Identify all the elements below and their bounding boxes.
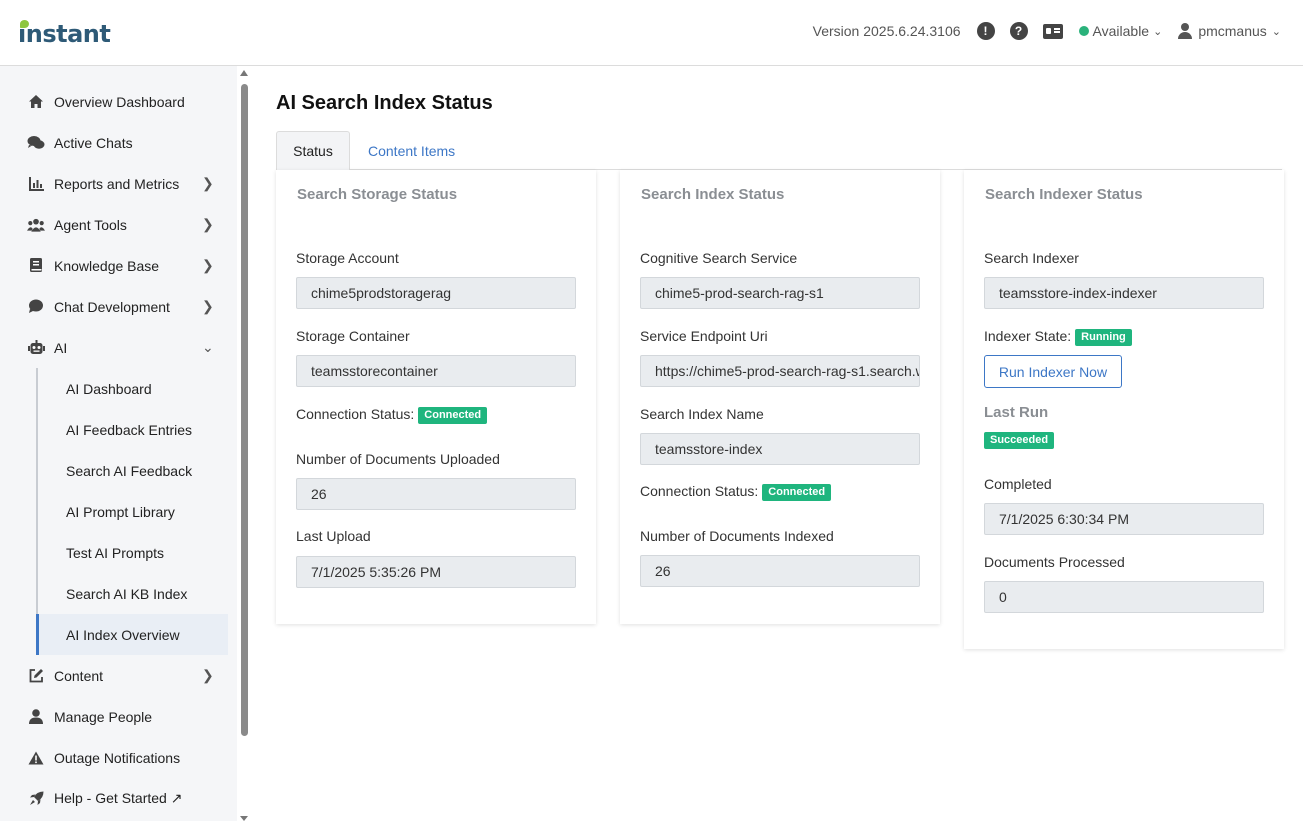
chevron-down-icon: ⌄ bbox=[202, 339, 214, 355]
search-indexer-status-panel: Search Indexer Status Search Indexer tea… bbox=[964, 170, 1284, 649]
indexer-state: Indexer State: Running bbox=[984, 328, 1132, 347]
run-indexer-now-button[interactable]: Run Indexer Now bbox=[984, 355, 1122, 388]
header-right: Version 2025.6.24.3106 ! ? Available ⌄ p… bbox=[813, 20, 1281, 42]
users-icon bbox=[27, 216, 45, 234]
sidebar-item-outage-notifications[interactable]: Outage Notifications bbox=[0, 737, 228, 778]
chevron-right-icon: ❯ bbox=[202, 257, 214, 273]
sidebar-item-reports-and-metrics[interactable]: Reports and Metrics ❯ bbox=[0, 163, 228, 204]
sidebar: Overview Dashboard Active Chats Reports … bbox=[0, 66, 250, 821]
connected-badge: Connected bbox=[762, 484, 832, 501]
service-endpoint-label: Service Endpoint Uri bbox=[640, 328, 768, 344]
storage-container-label: Storage Container bbox=[296, 328, 410, 344]
home-icon bbox=[27, 93, 45, 111]
tab-content-items[interactable]: Content Items bbox=[352, 131, 471, 170]
connection-status-label: Connection Status: bbox=[296, 406, 415, 422]
sidebar-subitem-ai-index-overview[interactable]: AI Index Overview bbox=[36, 614, 228, 655]
panel-title: Search Index Status bbox=[641, 186, 785, 203]
last-upload-label: Last Upload bbox=[296, 528, 371, 544]
sidebar-item-manage-people[interactable]: Manage People bbox=[0, 696, 228, 737]
rocket-icon bbox=[27, 790, 45, 808]
sidebar-item-chat-development[interactable]: Chat Development ❯ bbox=[0, 286, 228, 327]
chats-icon bbox=[27, 134, 45, 152]
robot-icon bbox=[27, 339, 45, 357]
sidebar-subitem-ai-prompt-library[interactable]: AI Prompt Library bbox=[36, 491, 228, 532]
top-header: instant Version 2025.6.24.3106 ! ? Avail… bbox=[0, 0, 1303, 66]
sidebar-item-ai[interactable]: AI ⌄ bbox=[0, 327, 228, 368]
search-indexer-field: teamsstore-index-indexer bbox=[984, 277, 1264, 309]
id-card-icon[interactable] bbox=[1042, 23, 1063, 39]
documents-indexed-field: 26 bbox=[640, 555, 920, 587]
panel-title: Search Indexer Status bbox=[985, 186, 1143, 203]
instant-logo[interactable]: instant bbox=[18, 20, 111, 48]
tab-status[interactable]: Status bbox=[276, 131, 350, 171]
sidebar-item-knowledge-base[interactable]: Knowledge Base ❯ bbox=[0, 245, 228, 286]
sidebar-subitem-search-ai-feedback[interactable]: Search AI Feedback bbox=[36, 450, 228, 491]
chevron-right-icon: ❯ bbox=[202, 175, 214, 191]
availability-dot-icon bbox=[1078, 26, 1089, 36]
page-title: AI Search Index Status bbox=[276, 92, 493, 114]
sidebar-subitem-search-ai-kb-index[interactable]: Search AI KB Index bbox=[36, 573, 228, 614]
search-index-name-field: teamsstore-index bbox=[640, 433, 920, 465]
version-label: Version 2025.6.24.3106 bbox=[812, 23, 961, 39]
logo-text: instant bbox=[18, 20, 111, 48]
last-run-heading: Last Run bbox=[984, 404, 1049, 421]
completed-field: 7/1/2025 6:30:34 PM bbox=[984, 503, 1264, 535]
index-connection-status: Connection Status: Connected bbox=[640, 483, 832, 502]
cognitive-search-service-field: chime5-prod-search-rag-s1 bbox=[640, 277, 920, 309]
documents-uploaded-label: Number of Documents Uploaded bbox=[296, 451, 500, 467]
sidebar-item-active-chats[interactable]: Active Chats bbox=[0, 122, 228, 163]
sidebar-item-agent-tools[interactable]: Agent Tools ❯ bbox=[0, 204, 228, 245]
chevron-down-icon[interactable]: ⌄ bbox=[1153, 25, 1162, 38]
sidebar-subitem-ai-dashboard[interactable]: AI Dashboard bbox=[36, 368, 228, 409]
user-name[interactable]: pmcmanus bbox=[1198, 23, 1266, 39]
connection-status-label: Connection Status: bbox=[640, 483, 759, 499]
sidebar-item-help-get-started[interactable]: Help - Get Started ↗ bbox=[0, 778, 228, 819]
scroll-down-arrow-icon[interactable] bbox=[240, 816, 248, 821]
documents-indexed-label: Number of Documents Indexed bbox=[640, 528, 834, 544]
logo-leaf-icon bbox=[20, 20, 29, 28]
sidebar-item-overview-dashboard[interactable]: Overview Dashboard bbox=[0, 81, 228, 122]
documents-uploaded-field: 26 bbox=[296, 478, 576, 510]
completed-label: Completed bbox=[984, 476, 1052, 492]
connected-badge: Connected bbox=[418, 407, 488, 424]
succeeded-badge: Succeeded bbox=[984, 432, 1055, 449]
chevron-down-icon[interactable]: ⌄ bbox=[1272, 25, 1281, 38]
help-icon[interactable]: ? bbox=[1009, 22, 1028, 40]
search-indexer-label: Search Indexer bbox=[984, 250, 1079, 266]
search-index-status-panel: Search Index Status Cognitive Search Ser… bbox=[620, 170, 940, 624]
sidebar-subitem-test-ai-prompts[interactable]: Test AI Prompts bbox=[36, 532, 228, 573]
chevron-right-icon: ❯ bbox=[202, 667, 214, 683]
last-upload-field: 7/1/2025 5:35:26 PM bbox=[296, 556, 576, 588]
storage-container-field: teamsstorecontainer bbox=[296, 355, 576, 387]
documents-processed-label: Documents Processed bbox=[984, 554, 1125, 570]
user-icon bbox=[1178, 23, 1193, 39]
service-endpoint-field: https://chime5-prod-search-rag-s1.search… bbox=[640, 355, 920, 387]
chart-icon bbox=[27, 175, 45, 193]
tab-bar: Status Content Items bbox=[276, 131, 1282, 171]
person-icon bbox=[27, 708, 45, 726]
running-badge: Running bbox=[1075, 329, 1132, 346]
search-storage-status-panel: Search Storage Status Storage Account ch… bbox=[276, 170, 596, 624]
comment-icon bbox=[27, 298, 45, 316]
indexer-state-label: Indexer State: bbox=[984, 328, 1072, 344]
documents-processed-field: 0 bbox=[984, 581, 1264, 613]
availability-status[interactable]: Available bbox=[1093, 23, 1150, 39]
sidebar-item-content[interactable]: Content ❯ bbox=[0, 655, 228, 696]
last-run-status: Succeeded bbox=[980, 431, 1055, 450]
book-icon bbox=[27, 257, 45, 275]
storage-connection-status: Connection Status: Connected bbox=[296, 406, 488, 425]
sidebar-scrollbar-thumb[interactable] bbox=[241, 84, 248, 736]
warning-icon bbox=[27, 749, 45, 767]
alert-icon[interactable]: ! bbox=[976, 22, 995, 40]
storage-account-field: chime5prodstoragerag bbox=[296, 277, 576, 309]
cognitive-search-service-label: Cognitive Search Service bbox=[640, 250, 798, 266]
search-index-name-label: Search Index Name bbox=[640, 406, 764, 422]
storage-account-label: Storage Account bbox=[296, 250, 399, 266]
edit-icon bbox=[27, 667, 45, 685]
chevron-right-icon: ❯ bbox=[202, 216, 214, 232]
chevron-right-icon: ❯ bbox=[202, 298, 214, 314]
sidebar-subitem-ai-feedback-entries[interactable]: AI Feedback Entries bbox=[36, 409, 228, 450]
scroll-up-arrow-icon[interactable] bbox=[240, 70, 248, 76]
panel-title: Search Storage Status bbox=[297, 186, 458, 203]
